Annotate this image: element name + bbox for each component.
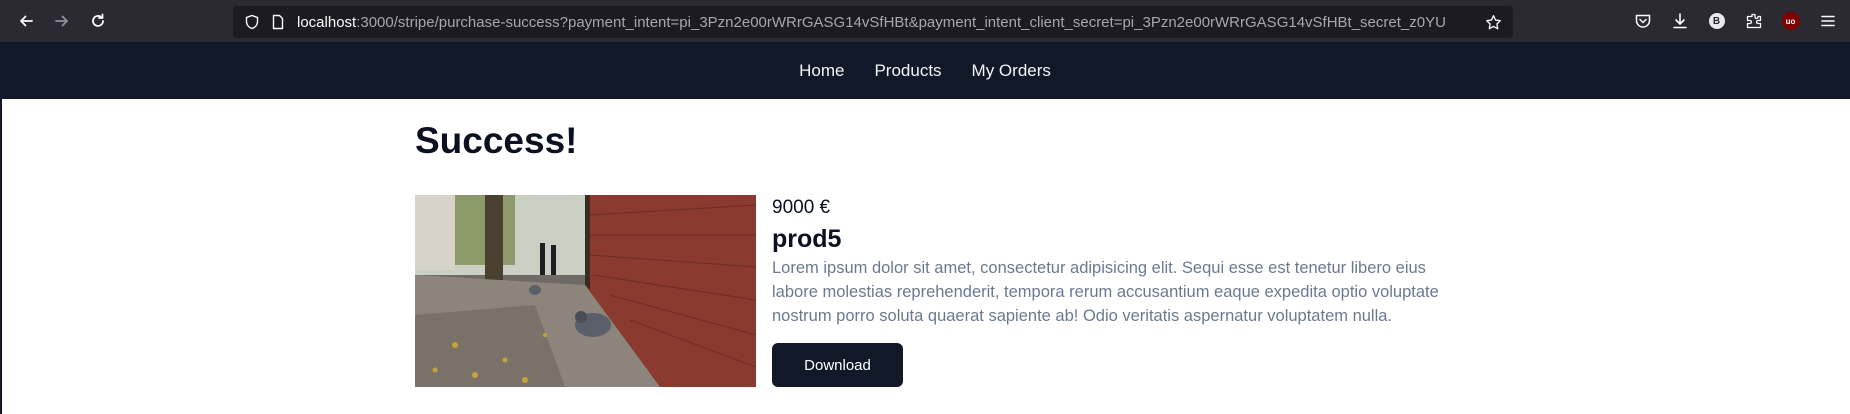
product-name: prod5: [772, 225, 842, 253]
forward-button[interactable]: [44, 0, 80, 42]
menu-button[interactable]: [1809, 0, 1846, 42]
url-path: :3000/stripe/purchase-success?payment_in…: [356, 13, 1446, 31]
downloads-button[interactable]: [1661, 0, 1698, 42]
extension-b-button[interactable]: B: [1698, 0, 1735, 42]
url-text[interactable]: localhost:3000/stripe/purchase-success?p…: [297, 14, 1507, 31]
extension-b-icon: B: [1708, 13, 1725, 29]
nav-home-link[interactable]: Home: [799, 61, 844, 81]
nav-products-link[interactable]: Products: [874, 61, 941, 81]
bookmark-star-icon[interactable]: [1479, 6, 1507, 38]
product-price: 9000 €: [772, 197, 831, 218]
extensions-icon: [1746, 13, 1761, 29]
page-icon[interactable]: [267, 6, 289, 38]
shield-icon[interactable]: [241, 6, 263, 38]
pocket-icon: [1635, 14, 1650, 28]
product-description: Lorem ipsum dolor sit amet, consectetur …: [772, 259, 1439, 325]
menu-icon: [1820, 15, 1835, 27]
url-bar[interactable]: localhost:3000/stripe/purchase-success?p…: [233, 6, 1513, 38]
ublock-icon: uo: [1781, 12, 1800, 30]
browser-toolbar: localhost:3000/stripe/purchase-success?p…: [0, 0, 1850, 42]
product-image: [415, 195, 756, 387]
extensions-button[interactable]: [1735, 0, 1772, 42]
forward-icon: [55, 15, 68, 27]
download-button[interactable]: Download: [772, 343, 903, 387]
toolbar-right: B uo: [1624, 0, 1850, 42]
ublock-button[interactable]: uo: [1772, 0, 1809, 42]
site-nav: Home Products My Orders: [0, 42, 1850, 99]
page-edge: [0, 99, 2, 414]
download-icon: [1672, 13, 1687, 29]
back-button[interactable]: [8, 0, 44, 42]
back-icon: [20, 15, 33, 27]
page-title: Success!: [415, 120, 578, 161]
nav-my-orders-link[interactable]: My Orders: [972, 61, 1051, 81]
reload-icon: [92, 13, 104, 27]
pocket-button[interactable]: [1624, 0, 1661, 42]
reload-button[interactable]: [80, 0, 116, 42]
url-host: localhost: [297, 13, 357, 31]
